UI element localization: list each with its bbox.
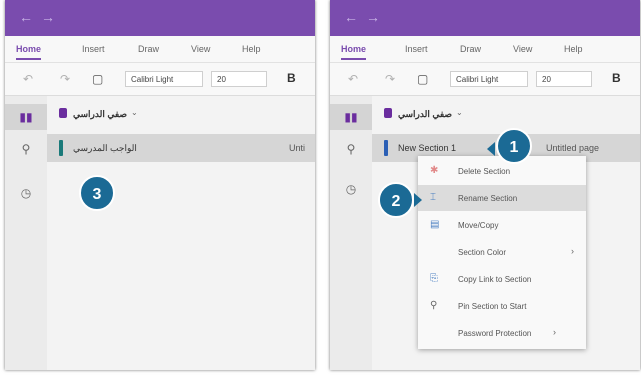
step-badge-1: 1 xyxy=(496,128,532,164)
menu-item-rename-section[interactable]: ⌶ Rename Section xyxy=(418,185,586,211)
title-bar: ← → xyxy=(5,0,315,36)
menu-item-label: Move/Copy xyxy=(458,221,499,230)
tab-view[interactable]: View xyxy=(513,44,532,54)
forward-arrow-icon[interactable]: → xyxy=(366,9,380,25)
chevron-right-icon: › xyxy=(571,246,574,256)
step-badge-3: 3 xyxy=(79,175,115,211)
tab-draw[interactable]: Draw xyxy=(138,44,159,54)
tab-view[interactable]: View xyxy=(191,44,210,54)
undo-icon[interactable]: ↶ xyxy=(23,72,33,86)
tab-home[interactable]: Home xyxy=(16,44,42,60)
menu-item-label: Section Color xyxy=(458,248,507,257)
forward-arrow-icon[interactable]: → xyxy=(41,9,55,25)
right-panel: ← → Home Insert Draw View Help ↶ ↷ ▢ Cal… xyxy=(330,0,640,370)
notebook-selector[interactable]: صفي الدراسي ⌄ xyxy=(372,100,640,126)
bold-button[interactable]: B xyxy=(612,71,621,85)
section-name: الواجب المدرسي xyxy=(73,143,137,153)
clock-icon[interactable]: ◷ xyxy=(330,182,372,196)
section-color-bar xyxy=(384,140,388,156)
menu-item-label: Delete Section xyxy=(458,167,511,176)
tab-insert[interactable]: Insert xyxy=(405,44,428,54)
left-panel: ← → Home Insert Draw View Help ↶ ↷ ▢ Cal… xyxy=(5,0,315,370)
notebook-name: صفي الدراسي xyxy=(73,109,128,119)
tab-help[interactable]: Help xyxy=(564,44,583,54)
page-name[interactable]: Untitled page xyxy=(546,143,599,153)
menu-item-password-protection[interactable]: Password Protection › xyxy=(418,320,586,346)
ribbon-tabs: Home Insert Draw View Help xyxy=(5,36,315,63)
notebook-icon xyxy=(59,108,67,118)
menu-item-label: Copy Link to Section xyxy=(458,275,532,284)
search-icon[interactable]: ⚲ xyxy=(330,142,372,156)
rename-icon: ⌶ xyxy=(430,192,436,203)
bold-button[interactable]: B xyxy=(287,71,296,85)
menu-item-move-copy[interactable]: ▤ Move/Copy xyxy=(418,212,586,238)
menu-item-pin-section[interactable]: ⚲ Pin Section to Start xyxy=(418,293,586,319)
menu-item-label: Pin Section to Start xyxy=(458,302,527,311)
chevron-down-icon: ⌄ xyxy=(456,108,463,117)
font-size-box[interactable]: 20 xyxy=(211,71,267,87)
clock-icon[interactable]: ◷ xyxy=(5,186,47,200)
tab-draw[interactable]: Draw xyxy=(460,44,481,54)
pin-icon: ⚲ xyxy=(430,300,438,311)
notebook-name: صفي الدراسي xyxy=(398,109,453,119)
callout-pointer xyxy=(487,142,495,156)
title-bar: ← → xyxy=(330,0,640,36)
chevron-down-icon: ⌄ xyxy=(131,108,138,117)
section-item[interactable]: الواجب المدرسي Unti xyxy=(47,134,315,162)
notebook-selector[interactable]: صفي الدراسي ⌄ xyxy=(47,100,315,126)
notebooks-icon[interactable]: ▮▮ xyxy=(5,104,47,130)
tab-insert[interactable]: Insert xyxy=(82,44,105,54)
clipboard-icon[interactable]: ▢ xyxy=(417,72,428,86)
menu-item-label: Rename Section xyxy=(458,194,518,203)
notebooks-icon[interactable]: ▮▮ xyxy=(330,104,372,130)
menu-item-label: Password Protection xyxy=(458,329,532,338)
chevron-right-icon: › xyxy=(553,327,556,337)
search-icon[interactable]: ⚲ xyxy=(5,142,47,156)
clipboard-icon[interactable]: ▢ xyxy=(92,72,103,86)
back-arrow-icon[interactable]: ← xyxy=(19,9,33,25)
page-name[interactable]: Unti xyxy=(289,143,305,153)
delete-icon: ✱ xyxy=(430,165,439,176)
notebook-icon xyxy=(384,108,392,118)
font-name-box[interactable]: Calibri Light xyxy=(125,71,203,87)
back-arrow-icon[interactable]: ← xyxy=(344,9,358,25)
font-name-box[interactable]: Calibri Light xyxy=(450,71,528,87)
tab-help[interactable]: Help xyxy=(242,44,261,54)
callout-pointer xyxy=(414,193,422,207)
ribbon-toolbar: ↶ ↷ ▢ Calibri Light 20 B xyxy=(330,63,640,96)
undo-icon[interactable]: ↶ xyxy=(348,72,358,86)
menu-item-section-color[interactable]: Section Color › xyxy=(418,239,586,265)
copy-link-icon: ⎘ xyxy=(430,273,438,284)
tab-home[interactable]: Home xyxy=(341,44,367,60)
ribbon-toolbar: ↶ ↷ ▢ Calibri Light 20 B xyxy=(5,63,315,96)
menu-item-copy-link[interactable]: ⎘ Copy Link to Section xyxy=(418,266,586,292)
section-name: New Section 1 xyxy=(398,143,457,153)
step-badge-2: 2 xyxy=(378,182,414,218)
nav-rail: ▮▮ ⚲ ◷ xyxy=(330,96,372,370)
section-color-bar xyxy=(59,140,63,156)
redo-icon[interactable]: ↷ xyxy=(385,72,395,86)
font-size-box[interactable]: 20 xyxy=(536,71,592,87)
menu-item-delete-section[interactable]: ✱ Delete Section xyxy=(418,158,586,184)
section-context-menu: ✱ Delete Section ⌶ Rename Section ▤ Move… xyxy=(418,156,586,349)
nav-rail: ▮▮ ⚲ ◷ xyxy=(5,96,47,370)
move-copy-icon: ▤ xyxy=(430,219,440,230)
redo-icon[interactable]: ↷ xyxy=(60,72,70,86)
ribbon-tabs: Home Insert Draw View Help xyxy=(330,36,640,63)
